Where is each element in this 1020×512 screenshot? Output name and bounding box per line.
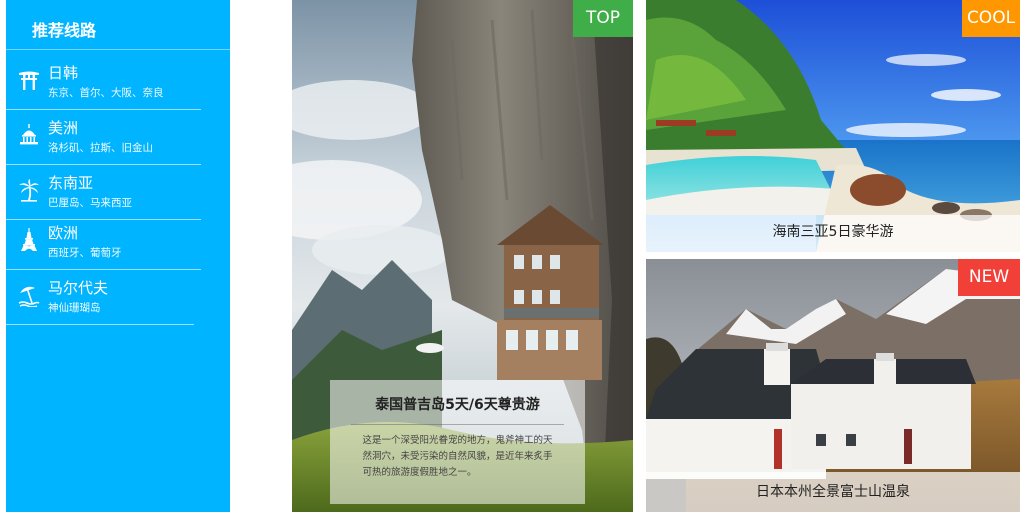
route-cities: 西班牙、葡萄牙 (48, 247, 122, 259)
featured-description: 这是一个深受阳光眷宠的地方，鬼斧神工的天然洞穴，未受污染的自然风貌，是近年来炙手… (362, 435, 553, 478)
route-item-americas[interactable]: 美洲 洛杉矶、拉斯、旧金山 (6, 110, 201, 165)
route-item-europe[interactable]: 欧洲 西班牙、葡萄牙 (6, 215, 201, 270)
route-cities: 东京、首尔、大阪、奈良 (48, 87, 164, 99)
eiffel-tower-icon (21, 228, 37, 251)
palm-tree-icon (19, 179, 39, 202)
featured-info-panel: 泰国普吉岛5天/6天尊贵游 这是一个深受阳光眷宠的地方，鬼斧神工的天然洞穴，未受… (330, 380, 585, 504)
route-cities: 巴厘岛、马来西亚 (48, 197, 132, 209)
title-divider (351, 424, 564, 425)
route-item-japan-korea[interactable]: 日韩 东京、首尔、大阪、奈良 (6, 55, 201, 110)
route-divider (6, 324, 194, 325)
hainan-caption: 海南三亚5日豪华游 (646, 215, 1020, 252)
featured-title: 泰国普吉岛5天/6天尊贵游 (375, 397, 540, 413)
route-name: 日韩 (48, 64, 79, 82)
top-badge: TOP (573, 0, 633, 37)
japan-caption: 日本本州全景富士山温泉 (646, 472, 1020, 512)
capitol-dome-icon (20, 124, 38, 145)
route-cities: 神仙珊瑚岛 (48, 302, 101, 314)
sidebar-title: 推荐线路 (6, 0, 230, 50)
featured-route-card[interactable]: TOP 泰国普吉岛5天/6天尊贵游 这是一个深受阳光眷宠的地方，鬼斧神工的天然洞… (292, 0, 633, 512)
new-badge: NEW (958, 259, 1020, 296)
route-item-maldives[interactable]: 马尔代夫 神仙珊瑚岛 (6, 270, 194, 325)
route-name: 马尔代夫 (48, 279, 109, 297)
route-name: 欧洲 (48, 224, 79, 242)
cool-badge: COOL (962, 0, 1020, 37)
route-name: 美洲 (48, 119, 79, 137)
route-sidebar: 推荐线路 日韩 东京、首尔、大阪、奈良 美洲 洛杉矶、拉斯、旧金山 东南亚 巴厘… (6, 0, 230, 512)
hainan-route-card[interactable]: COOL 海南三亚5日豪华游 (646, 0, 1020, 252)
route-name: 东南亚 (48, 174, 94, 192)
torii-gate-icon (19, 71, 39, 90)
beach-umbrella-icon (18, 286, 40, 307)
japan-route-card[interactable]: NEW 日本本州全景富士山温泉 (646, 259, 1020, 512)
route-item-southeast-asia[interactable]: 东南亚 巴厘岛、马来西亚 (6, 165, 201, 220)
route-cities: 洛杉矶、拉斯、旧金山 (48, 142, 153, 154)
